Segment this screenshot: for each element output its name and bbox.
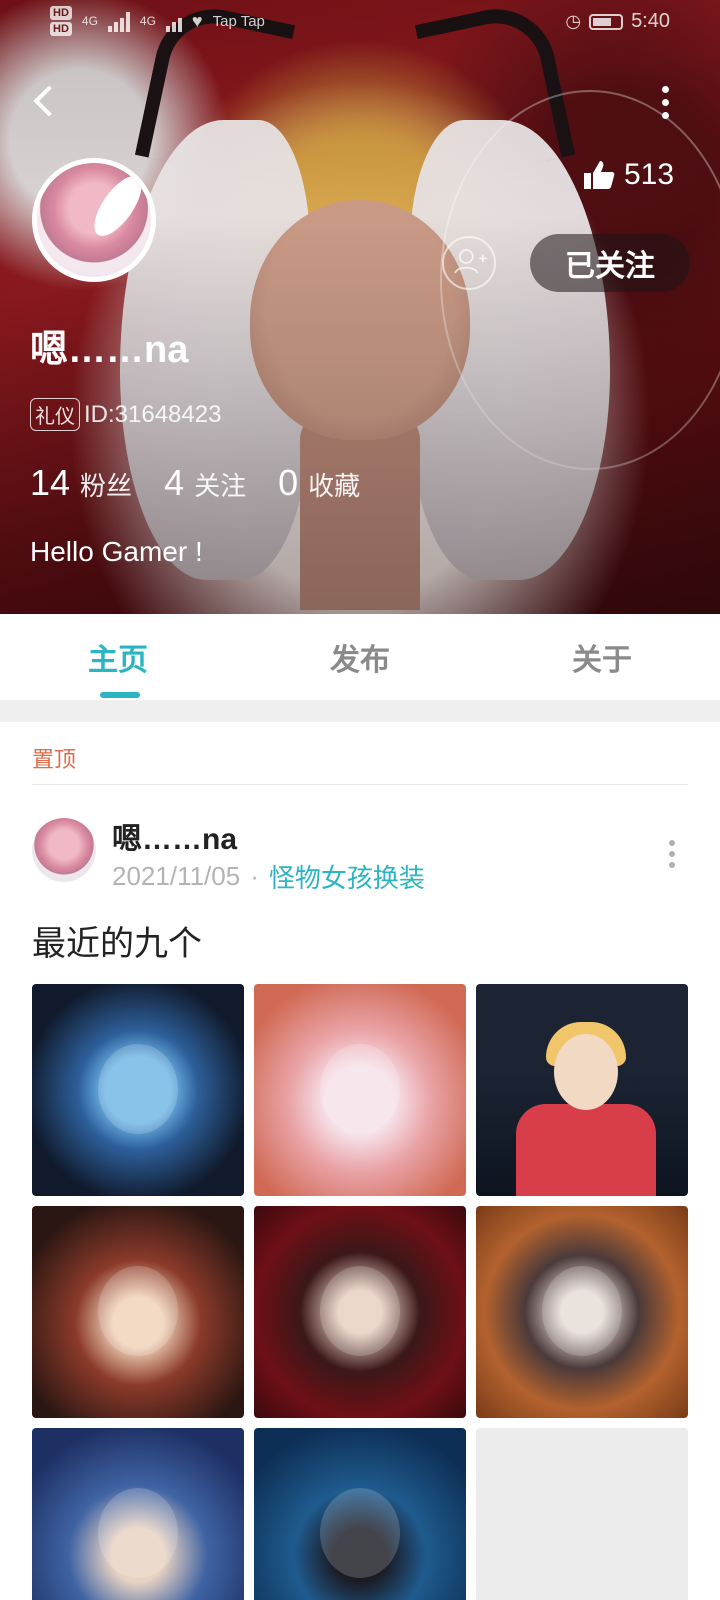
header-overlay [0, 0, 720, 614]
add-user-glyph [454, 249, 487, 274]
tab-home[interactable]: 主页 [0, 614, 269, 700]
hd-badge-2: HD [50, 22, 72, 36]
like-counter[interactable]: 513 [582, 158, 674, 192]
post-title[interactable]: 最近的九个 [32, 916, 202, 965]
section-divider [0, 700, 720, 722]
status-time: 5:40 [631, 10, 670, 32]
stat-following-count: 4 [164, 462, 185, 503]
profile-stats: 14 粉丝 4 关注 0 收藏 [30, 462, 360, 504]
profile-id: ID:31648423 [84, 400, 222, 428]
alarm-icon: ◷ [565, 11, 582, 31]
post-image-4[interactable] [32, 1206, 244, 1418]
stat-fans-count: 14 [30, 462, 71, 503]
post-image-6[interactable] [476, 1206, 688, 1418]
hd-indicators: HD HD [50, 6, 72, 36]
post-author-avatar[interactable] [32, 818, 96, 882]
tab-about[interactable]: 关于 [451, 614, 720, 700]
profile-tabs: 主页 发布 关于 [0, 614, 720, 700]
tab-posts[interactable]: 发布 [269, 614, 450, 700]
profile-id-row: 礼仪 ID:31648423 [30, 398, 221, 431]
avatar-art [85, 168, 151, 244]
pinned-divider [32, 784, 688, 785]
role-badge: 礼仪 [30, 398, 80, 431]
post-image-7[interactable] [32, 1428, 244, 1600]
thumbs-up-icon [584, 161, 615, 189]
add-user-icon[interactable] [442, 236, 496, 290]
more-vertical-icon[interactable] [650, 80, 680, 124]
network-1-label: 4G [81, 14, 98, 28]
app-label: Tap Tap [212, 12, 265, 30]
post-image-3[interactable] [476, 984, 688, 1196]
post-more-icon[interactable] [664, 836, 680, 872]
heart-icon: ♥ [191, 10, 203, 31]
post-image-8[interactable] [254, 1428, 466, 1600]
hd-badge-1: HD [50, 6, 72, 20]
status-right: ◷ 5:40 [565, 10, 670, 33]
stat-favorites[interactable]: 0 收藏 [278, 462, 360, 504]
stat-favorites-label: 收藏 [308, 471, 361, 501]
post-group-link[interactable]: 怪物女孩换装 [269, 858, 425, 895]
post-image-1[interactable] [32, 984, 244, 1196]
stat-following-label: 关注 [194, 471, 247, 501]
profile-username: 嗯……na [30, 329, 189, 371]
stat-favorites-count: 0 [278, 462, 299, 503]
pinned-label: 置顶 [32, 747, 77, 772]
post-meta: 2021/11/05 · 怪物女孩换装 [112, 858, 425, 895]
profile-header: HD HD 4G 4G ♥ Tap Tap ◷ 5:40 513 已关注 嗯……… [0, 0, 720, 614]
battery-icon [589, 13, 624, 30]
chevron-left-icon[interactable] [26, 80, 66, 124]
avatar[interactable] [32, 158, 156, 282]
post-author-name[interactable]: 嗯……na [112, 814, 237, 858]
profile-bio: Hello Gamer ! [30, 536, 203, 567]
signal-icon [107, 10, 130, 32]
status-left: HD HD 4G 4G ♥ Tap Tap [50, 6, 265, 36]
post-meta-separator: · [250, 861, 259, 891]
post-date: 2021/11/05 [112, 861, 241, 891]
post-image-2[interactable] [254, 984, 466, 1196]
post-image-grid [32, 984, 688, 1600]
post-image-5[interactable] [254, 1206, 466, 1418]
stat-fans[interactable]: 14 粉丝 [30, 462, 132, 504]
stat-following[interactable]: 4 关注 [164, 462, 246, 504]
post-image-empty-slot [476, 1428, 688, 1600]
following-button[interactable]: 已关注 [530, 234, 690, 292]
network-2-label: 4G [139, 14, 156, 28]
signal-icon-2 [165, 10, 182, 32]
likes-count: 513 [624, 158, 675, 191]
status-bar: HD HD 4G 4G ♥ Tap Tap ◷ 5:40 [0, 0, 720, 46]
stat-fans-label: 粉丝 [80, 471, 133, 501]
